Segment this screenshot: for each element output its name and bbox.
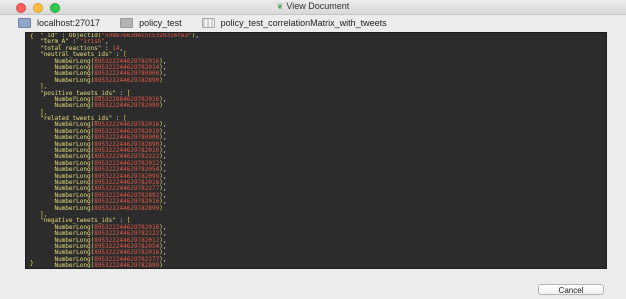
document-code: "_id" : ObjectId("598b7663dec5c5320316fe… [40, 32, 199, 269]
breadcrumb-label: policy_test [139, 18, 182, 28]
database-icon [120, 18, 134, 28]
code-token: , [162, 70, 167, 78]
code-token: NumberLong( [54, 262, 95, 269]
code-token: NumberLong( [54, 102, 95, 110]
breadcrumb-item-database[interactable]: policy_test [120, 18, 182, 28]
code-token: , [195, 32, 199, 39]
code-token: 895322244629782890 [94, 76, 160, 84]
code-token: ) [159, 204, 163, 212]
breadcrumb-item-collection[interactable]: policy_test_correlationMatrix_with_tweet… [201, 18, 387, 28]
code-token: 895322244629782899 [94, 204, 160, 212]
code-token: "598b7663dec5c5320316fe3" [101, 32, 192, 39]
collection-icon [201, 18, 215, 28]
close-brace: } [30, 260, 34, 267]
breadcrumb: localhost:27017 policy_test policy_test_… [0, 15, 626, 31]
breadcrumb-item-server[interactable]: localhost:27017 [18, 18, 100, 28]
code-line: NumberLong(895322244629782899) [40, 262, 199, 269]
code-token: ) [159, 76, 163, 84]
code-token: 895322244629782899 [94, 262, 160, 269]
code-token: ) [159, 102, 163, 110]
mongodb-leaf-icon: ❦ [276, 2, 284, 11]
code-token: , [162, 95, 167, 103]
code-token: ) [159, 262, 163, 269]
document-editor[interactable]: { "_id" : ObjectId("598b7663dec5c5320316… [25, 32, 607, 269]
open-brace: { [30, 33, 34, 40]
code-token: ], [40, 268, 47, 269]
window-title-wrap: ❦ View Document [0, 1, 626, 11]
code-token: NumberLong( [54, 204, 95, 212]
window-titlebar: ❦ View Document [0, 0, 626, 15]
cancel-button[interactable]: Cancel [538, 284, 604, 295]
code-token: 895322244629782099 [94, 102, 160, 110]
server-icon [18, 18, 31, 28]
breadcrumb-label: localhost:27017 [37, 18, 101, 28]
window-title: View Document [286, 1, 350, 11]
code-token: NumberLong( [54, 76, 95, 84]
code-token: , [162, 255, 167, 263]
code-token: , [162, 198, 167, 206]
breadcrumb-label: policy_test_correlationMatrix_with_tweet… [220, 18, 387, 28]
